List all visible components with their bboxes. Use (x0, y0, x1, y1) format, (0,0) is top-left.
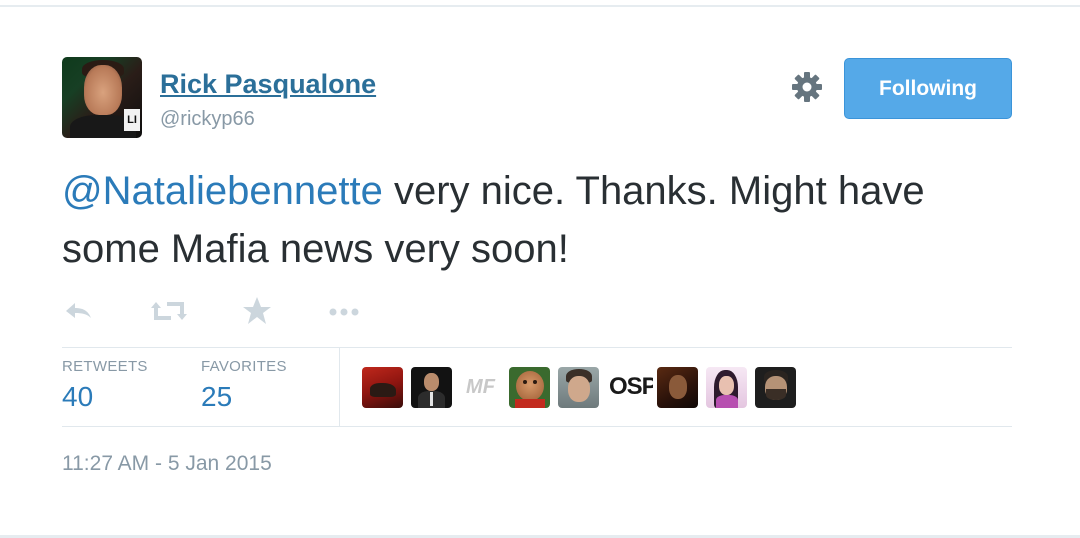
tweet-actions (62, 294, 382, 328)
retweets-count: 40 (62, 381, 94, 412)
favoriter-avatar-6-logo: OSP (609, 373, 653, 400)
user-display-name[interactable]: Rick Pasqualone (160, 69, 376, 100)
stats-divider (339, 348, 340, 427)
favorites-count: 25 (201, 381, 233, 412)
tweet-stats: RETWEETS 40 FAVORITES 25 MF OSP (62, 347, 1012, 427)
more-icon[interactable] (325, 294, 365, 328)
favoriter-avatar-3-logo: MF (466, 376, 495, 398)
tweet-timestamp[interactable]: 11:27 AM - 5 Jan 2015 (62, 452, 272, 476)
favoriter-avatar-4[interactable] (509, 367, 550, 408)
retweet-icon[interactable] (149, 294, 189, 328)
retweets-label: RETWEETS (62, 358, 148, 375)
reply-icon[interactable] (62, 294, 96, 328)
favoriter-avatar-2[interactable] (411, 367, 452, 408)
favoriter-avatar-7[interactable] (657, 367, 698, 408)
favoriter-avatar-8[interactable] (706, 367, 747, 408)
mention-link[interactable]: @Nataliebennette (62, 169, 383, 213)
favoriter-avatar-1[interactable] (362, 367, 403, 408)
favorite-icon[interactable] (240, 294, 274, 328)
avatar-background-sign: LI (124, 109, 140, 131)
retweets-stat[interactable]: RETWEETS 40 (62, 358, 148, 413)
tweet-text: @Nataliebennette very nice. Thanks. Migh… (62, 162, 1012, 278)
favorites-label: FAVORITES (201, 358, 287, 375)
gear-icon[interactable] (789, 69, 825, 105)
avatar-face (84, 65, 122, 115)
favoriter-avatar-5[interactable] (558, 367, 599, 408)
top-divider (0, 5, 1080, 7)
user-handle[interactable]: @rickyp66 (160, 108, 255, 131)
favoriter-avatar-9[interactable] (755, 367, 796, 408)
favoriter-avatar-3[interactable]: MF (460, 367, 501, 408)
following-button[interactable]: Following (844, 58, 1012, 119)
user-avatar[interactable]: LI (62, 57, 142, 138)
favorites-stat[interactable]: FAVORITES 25 (201, 358, 287, 413)
favoriter-avatar-6[interactable]: OSP (607, 367, 653, 408)
